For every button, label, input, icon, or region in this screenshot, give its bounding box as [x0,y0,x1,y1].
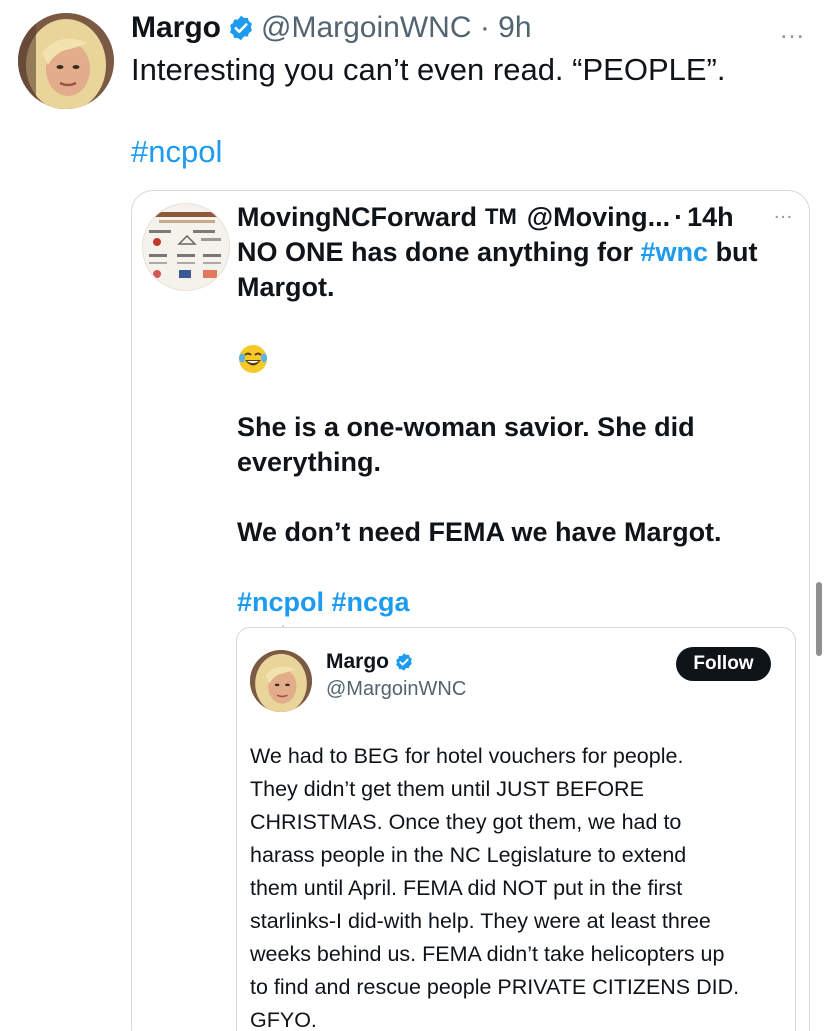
quoted-text: but [708,237,758,267]
embedded-author-name: Margo [326,650,389,673]
emoji-line [237,340,797,375]
follow-button: Follow [676,647,771,681]
embedded-text-line: starlinks-I did-with help. They were at … [250,909,711,933]
embedded-handle: @MargoinWNC [326,678,467,700]
embedded-text-line: to find and rescue people PRIVATE CITIZE… [250,975,740,999]
tweet-text: Interesting you can’t even read. “PEOPLE… [131,52,726,87]
embedded-avatar [250,650,312,712]
embedded-text-line: CHRISTMAS. Once they got them, we had to [250,810,682,834]
more-options-icon[interactable]: … [779,14,806,45]
quoted-line: NO ONE has done anything for #wnc but [237,235,797,270]
embedded-tweet-text: We had to BEG for hotel vouchers for peo… [250,740,790,1031]
handle-and-time[interactable]: @MargoinWNC · 9h [261,11,532,45]
tweet-screen: Margo @MargoinWNC · 9h … Interesting you… [0,0,828,1031]
embedded-tweet-image[interactable]: Margo @MargoinWNC Follow We had to BEG f… [236,627,796,1031]
profile-photo-icon [18,13,114,109]
trademark-label: TM [485,204,517,229]
hashtag-link[interactable]: #ncpol [237,587,324,617]
embedded-author: Margo [326,650,414,674]
quoted-text: She is a one-woman savior. She did [237,412,695,442]
verified-badge-icon [394,652,414,672]
quoted-header: MovingNCForward TM @Moving... · 14h [237,197,734,237]
verified-badge-icon [227,14,255,42]
embedded-text-line: They didn’t get them until JUST BEFORE [250,777,644,801]
author-name[interactable]: Margo [131,11,221,45]
quoted-body: NO ONE has done anything for #wnc but Ma… [237,235,797,620]
embedded-text-line: them until April. FEMA did NOT put in th… [250,876,683,900]
infographic-avatar-icon [143,204,229,290]
quoted-text: everything. [237,447,382,477]
quoted-more-icon[interactable]: … [773,201,793,224]
embedded-text-line: harass people in the NC Legislature to e… [250,843,687,867]
embedded-text-line: weeks behind us. FEMA didn’t take helico… [250,942,725,966]
embedded-text-line: GFYO. [250,1008,317,1031]
quoted-timestamp[interactable]: 14h [687,202,734,233]
embedded-text-line: We had to BEG for hotel vouchers for peo… [250,744,684,768]
quoted-avatar[interactable] [142,203,230,291]
quoted-hashtags: #ncpol #ncga [237,585,797,620]
quoted-tweet-card[interactable]: MovingNCForward TM @Moving... · 14h … NO… [131,190,810,1031]
tweet-header: Margo @MargoinWNC · 9h [131,8,532,48]
hashtag-link[interactable]: #wnc [641,237,709,267]
scrollbar[interactable] [816,582,822,656]
face-with-tears-of-joy-icon [237,343,269,375]
hashtag-link[interactable]: #ncpol [131,134,222,170]
quoted-author-name[interactable]: MovingNCForward [237,202,477,233]
avatar[interactable] [18,13,114,109]
quoted-text: We don’t need FEMA we have Margot. [237,517,722,547]
profile-photo-icon [250,650,312,712]
separator-dot: · [674,201,684,232]
hashtag-link[interactable]: #ncga [332,587,410,617]
quoted-handle[interactable]: @Moving... [527,202,670,233]
quoted-text: NO ONE has done anything for [237,237,641,267]
quoted-text: Margot. [237,272,335,302]
